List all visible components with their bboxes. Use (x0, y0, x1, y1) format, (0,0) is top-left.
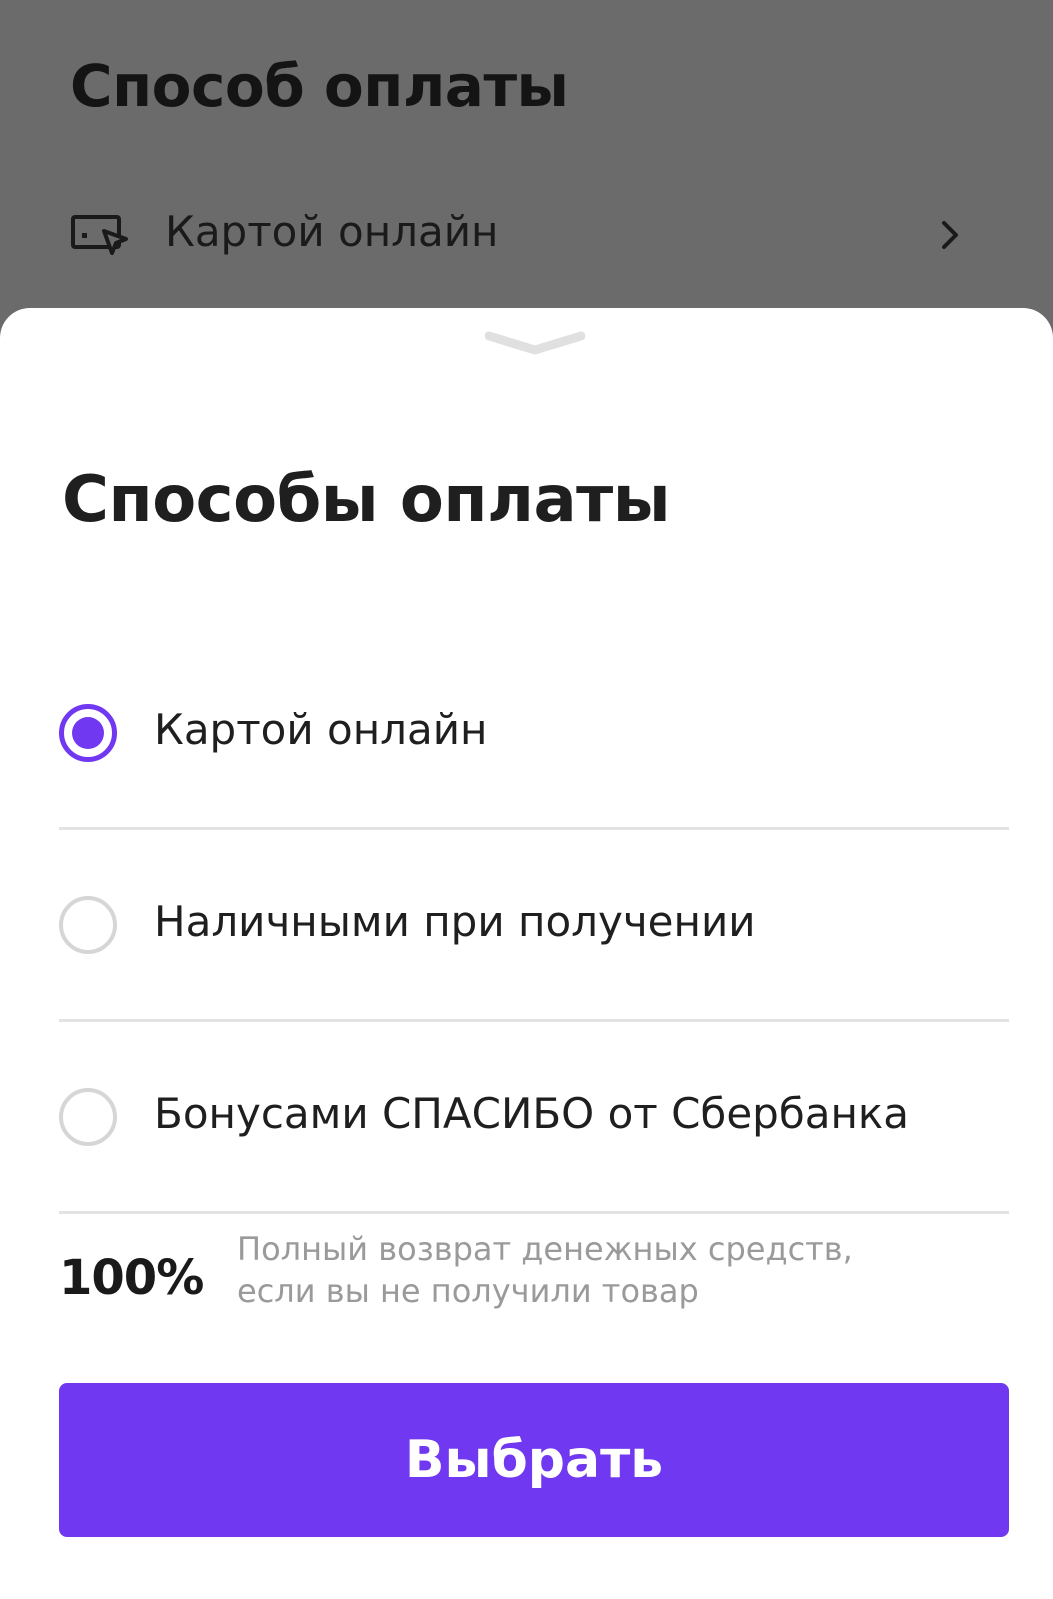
guarantee-percent: 100% (59, 1250, 204, 1306)
guarantee-text-line-2: если вы не получили товар (237, 1272, 699, 1310)
option-label: Картой онлайн (154, 705, 488, 754)
guarantee-text-line-1: Полный возврат денежных средств, (237, 1230, 853, 1268)
refund-guarantee: 100% Полный возврат денежных средств, ес… (59, 1228, 1009, 1328)
option-label: Бонусами СПАСИБО от Сбербанка (154, 1089, 910, 1138)
payment-methods-sheet: Способы оплаты Картой онлайн Наличными п… (0, 308, 1053, 1599)
divider (59, 1211, 1009, 1214)
chevron-down-icon[interactable] (484, 328, 586, 358)
payment-method-row[interactable]: Картой онлайн (0, 195, 1053, 275)
page-title: Способ оплаты (70, 52, 569, 120)
radio-button-selected[interactable] (59, 704, 117, 762)
payment-method-label: Картой онлайн (165, 207, 499, 256)
chevron-right-icon (935, 213, 965, 257)
sheet-title: Способы оплаты (62, 463, 671, 537)
payment-option-cash[interactable]: Наличными при получении (59, 830, 1009, 1022)
payment-option-sber-bonus[interactable]: Бонусами СПАСИБО от Сбербанка (59, 1022, 1009, 1214)
radio-button[interactable] (59, 1088, 117, 1146)
radio-dot (72, 717, 104, 749)
option-label: Наличными при получении (154, 897, 756, 946)
background-page: Способ оплаты Картой онлайн (0, 0, 1053, 330)
select-button[interactable]: Выбрать (59, 1383, 1009, 1537)
guarantee-text: Полный возврат денежных средств, если вы… (237, 1228, 937, 1312)
radio-button[interactable] (59, 896, 117, 954)
card-online-icon (70, 213, 130, 257)
payment-option-card-online[interactable]: Картой онлайн (59, 638, 1009, 830)
